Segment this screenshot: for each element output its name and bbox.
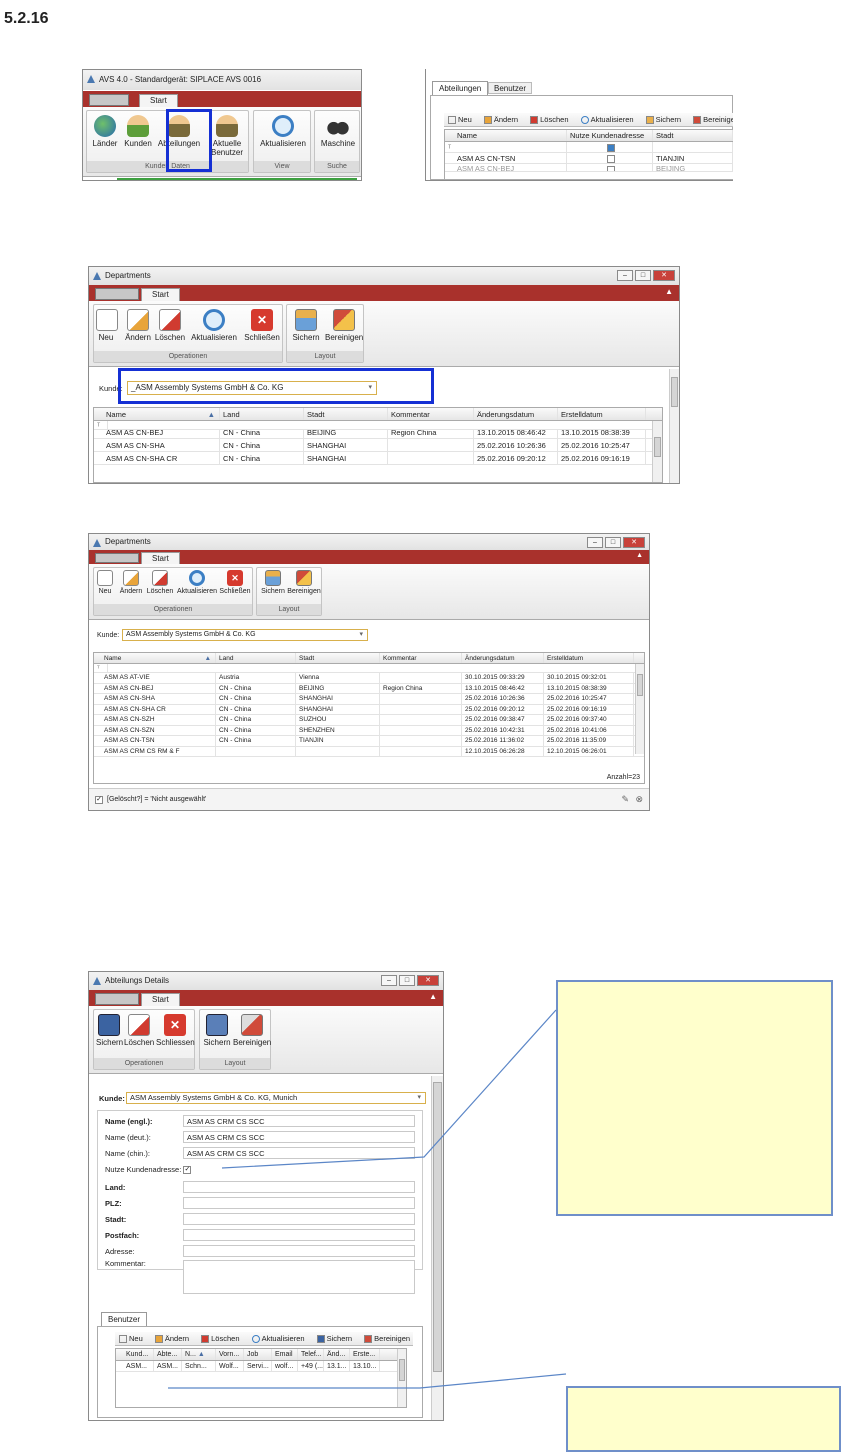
callout-line-bottom	[168, 1373, 567, 1389]
callout-line-top	[221, 1009, 557, 1169]
callout-lines	[168, 1009, 567, 1389]
